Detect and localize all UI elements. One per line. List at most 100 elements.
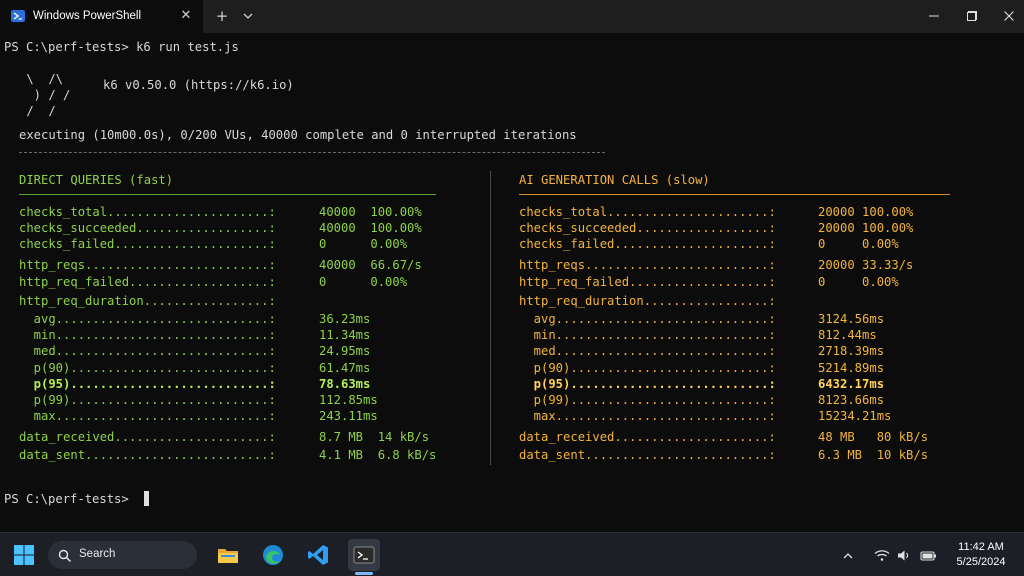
direct-queries-rule — [19, 194, 436, 195]
clock-date: 5/25/2024 — [956, 556, 1006, 568]
ai-calls-title: AI GENERATION CALLS (slow) — [519, 173, 710, 187]
system-clock[interactable]: 11:42 AM 5/25/2024 — [946, 540, 1016, 570]
metric-label: p(95)...........................: — [519, 377, 776, 391]
terminal-output[interactable]: PS C:\perf-tests> k6 run test.js \ /\ ) … — [0, 33, 1024, 532]
metric-label: data_sent.........................: — [519, 448, 776, 462]
title-bar: Windows PowerShell ✕ + — [0, 0, 1024, 33]
tab-close-icon[interactable]: ✕ — [178, 8, 194, 24]
metric-value: 20000 100.00% — [818, 205, 914, 219]
k6-logo-line: \ /\ — [19, 72, 71, 86]
minimize-button[interactable] — [919, 5, 949, 27]
metric-label: p(99)...........................: — [19, 393, 276, 407]
metric-value: 40000 100.00% — [319, 221, 422, 235]
chevron-down-icon[interactable] — [240, 8, 256, 24]
vscode-icon[interactable] — [302, 539, 334, 571]
metric-value: 20000 100.00% — [818, 221, 914, 235]
metric-value: 20000 33.33/s — [818, 258, 914, 272]
metric-label: http_reqs.........................: — [19, 258, 276, 272]
metric-value: 0 0.00% — [319, 237, 408, 251]
direct-queries-title: DIRECT QUERIES (fast) — [19, 173, 174, 187]
metric-value: 112.85ms — [319, 393, 378, 407]
metric-label: p(95)...........................: — [19, 377, 276, 391]
metric-label: http_req_duration.................: — [19, 294, 276, 308]
metric-value: 0 0.00% — [818, 275, 899, 289]
metric-value: 8123.66ms — [818, 393, 885, 407]
metric-label: med.............................: — [519, 344, 776, 358]
metric-value: 2718.39ms — [818, 344, 885, 358]
metric-label: http_req_failed...................: — [19, 275, 276, 289]
metric-label: med.............................: — [19, 344, 276, 358]
metric-label: http_req_duration.................: — [519, 294, 776, 308]
metric-label: checks_succeeded..................: — [19, 221, 276, 235]
metric-label: min.............................: — [519, 328, 776, 342]
taskbar: Search 11:42 AM 5/25/2024 — [0, 532, 1024, 576]
metric-value: 40000 66.67/s — [319, 258, 422, 272]
metric-value: 15234.21ms — [818, 409, 892, 423]
metric-value: 40000 100.00% — [319, 205, 422, 219]
metric-value: 4.1 MB 6.8 kB/s — [319, 448, 437, 462]
metric-value: 0 0.00% — [319, 275, 408, 289]
metric-value: 6432.17ms — [818, 377, 885, 391]
metric-label: http_req_failed...................: — [519, 275, 776, 289]
metric-value: 8.7 MB 14 kB/s — [319, 430, 430, 444]
tab-title: Windows PowerShell — [33, 10, 142, 22]
metric-label: avg.............................: — [519, 312, 776, 326]
volume-icon[interactable] — [897, 547, 911, 566]
metric-label: data_received.....................: — [19, 430, 276, 444]
metric-value: 6.3 MB 10 kB/s — [818, 448, 929, 462]
metric-label: data_sent.........................: — [19, 448, 276, 462]
column-divider — [490, 171, 491, 465]
metric-value: 36.23ms — [319, 312, 371, 326]
metric-value: 78.63ms — [319, 377, 371, 391]
start-windows-icon[interactable] — [13, 544, 35, 566]
metric-label: max.............................: — [519, 409, 776, 423]
metric-value: 61.47ms — [319, 361, 371, 375]
metric-label: p(90)...........................: — [19, 361, 276, 375]
new-tab-button[interactable]: + — [214, 8, 230, 24]
metric-label: checks_failed.....................: — [519, 237, 776, 251]
tab-windows-powershell[interactable]: Windows PowerShell ✕ — [0, 0, 203, 33]
chevron-up-icon[interactable] — [842, 547, 854, 566]
search-icon — [58, 548, 72, 567]
ai-calls-rule — [519, 194, 950, 195]
text-cursor — [144, 491, 149, 506]
taskbar-search[interactable]: Search — [48, 541, 197, 569]
metric-label: checks_failed.....................: — [19, 237, 276, 251]
metric-label: checks_total......................: — [519, 205, 776, 219]
battery-icon[interactable] — [920, 547, 937, 566]
metric-value: 243.11ms — [319, 409, 378, 423]
metric-label: http_reqs.........................: — [519, 258, 776, 272]
metric-label: max.............................: — [19, 409, 276, 423]
metric-label: p(90)...........................: — [519, 361, 776, 375]
metric-value: 0 0.00% — [818, 237, 899, 251]
active-app-indicator — [355, 572, 373, 575]
file-explorer-icon[interactable] — [212, 539, 244, 571]
metric-value: 48 MB 80 kB/s — [818, 430, 929, 444]
metric-value: 24.95ms — [319, 344, 371, 358]
k6-version: k6 v0.50.0 (https://k6.io) — [103, 78, 294, 92]
edge-icon[interactable] — [257, 539, 289, 571]
executing-status: executing (10m00.0s), 0/200 VUs, 40000 c… — [19, 128, 577, 142]
wifi-icon[interactable] — [874, 547, 890, 566]
command-line: PS C:\perf-tests> k6 run test.js — [4, 40, 239, 54]
metric-label: checks_total......................: — [19, 205, 276, 219]
metric-label: min.............................: — [19, 328, 276, 342]
final-prompt: PS C:\perf-tests> — [4, 492, 137, 506]
metric-label: avg.............................: — [19, 312, 276, 326]
clock-time: 11:42 AM — [958, 541, 1004, 553]
metric-label: data_received.....................: — [519, 430, 776, 444]
powershell-icon — [11, 10, 25, 22]
maximize-button[interactable] — [957, 5, 987, 27]
metric-value: 3124.56ms — [818, 312, 885, 326]
terminal-icon[interactable] — [348, 539, 380, 571]
metric-label: p(99)...........................: — [519, 393, 776, 407]
close-window-button[interactable] — [994, 5, 1024, 27]
metric-value: 5214.89ms — [818, 361, 885, 375]
dashed-separator — [19, 152, 605, 153]
k6-logo-line: ) / / — [19, 88, 71, 102]
metric-label: checks_succeeded..................: — [519, 221, 776, 235]
k6-logo-line: / / — [19, 104, 71, 118]
metric-value: 812.44ms — [818, 328, 877, 342]
metric-value: 11.34ms — [319, 328, 371, 342]
search-label: Search — [79, 548, 116, 560]
